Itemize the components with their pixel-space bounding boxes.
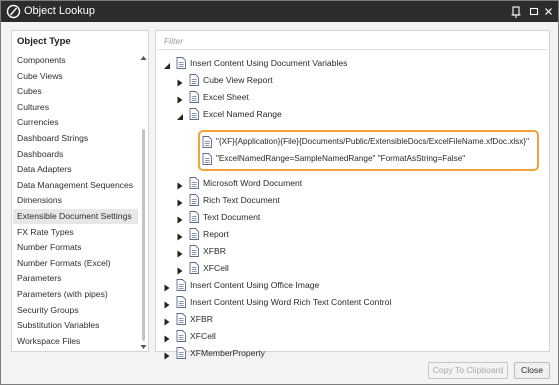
tree-node-label: Text Document	[203, 212, 261, 222]
object-type-panel: Object Type Components Cube Views Cubes …	[11, 30, 149, 352]
object-type-header: Object Type	[17, 36, 71, 47]
object-lookup-dialog: Object Lookup Object Type Components Cub…	[0, 0, 559, 385]
document-icon	[189, 211, 199, 223]
tree-node-label: XFCell	[190, 331, 216, 341]
caret-collapsed-icon[interactable]	[163, 281, 171, 292]
list-item[interactable]: Parameters	[13, 271, 138, 286]
list-item[interactable]: Number Formats (Excel)	[13, 256, 138, 271]
list-item[interactable]: Substitution Variables	[13, 318, 138, 333]
list-item[interactable]: Components	[13, 53, 138, 68]
tree-node-label: Insert Content Using Office Image	[190, 280, 320, 290]
tree-node-label: Excel Sheet	[203, 92, 249, 102]
caret-collapsed-icon[interactable]	[163, 332, 171, 343]
caret-collapsed-icon[interactable]	[163, 315, 171, 326]
scrollbar-thumb[interactable]	[142, 129, 145, 341]
tree-node-label: Insert Content Using Word Rich Text Cont…	[190, 297, 392, 307]
caret-collapsed-icon[interactable]	[176, 196, 184, 207]
caret-collapsed-icon[interactable]	[163, 298, 171, 309]
document-icon	[189, 74, 199, 86]
scroll-up-icon[interactable]	[140, 53, 147, 60]
list-item-selected[interactable]: Extensible Document Settings	[13, 209, 138, 224]
object-type-list: Components Cube Views Cubes Cultures Cur…	[12, 53, 138, 349]
close-icon[interactable]	[542, 4, 556, 19]
tree-node-label: "ExcelNamedRange=SampleNamedRange" "Form…	[216, 154, 466, 163]
tree-node-label: Excel Named Range	[203, 109, 282, 119]
copy-to-clipboard-button[interactable]: Copy To Clipboard	[428, 362, 508, 379]
document-icon	[176, 57, 186, 69]
list-item[interactable]: Workspace Files	[13, 334, 138, 349]
caret-collapsed-icon[interactable]	[176, 230, 184, 241]
caret-collapsed-icon[interactable]	[176, 76, 184, 87]
tree-node-label: Cube View Report	[203, 75, 273, 85]
tree-node-label: XFBR	[203, 246, 226, 256]
vertical-scrollbar[interactable]	[140, 53, 147, 349]
list-item[interactable]: Data Management Sequences	[13, 178, 138, 193]
list-item[interactable]: Number Formats	[13, 240, 138, 255]
caret-collapsed-icon[interactable]	[176, 213, 184, 224]
list-item[interactable]: Parameters (with pipes)	[13, 287, 138, 302]
list-item[interactable]: Currencies	[13, 115, 138, 130]
list-item[interactable]: Security Groups	[13, 303, 138, 318]
tree-node-label: "{XF}{Application}{File}{Documents/Publi…	[216, 137, 529, 146]
caret-collapsed-icon[interactable]	[176, 247, 184, 258]
document-icon	[189, 228, 199, 240]
list-item[interactable]: Dashboard Strings	[13, 131, 138, 146]
caret-collapsed-icon[interactable]	[176, 264, 184, 275]
caret-expanded-icon[interactable]	[163, 59, 171, 69]
document-icon	[189, 177, 199, 189]
tree-node-label: Insert Content Using Document Variables	[190, 58, 348, 68]
document-icon	[189, 108, 199, 120]
dialog-footer: Copy To Clipboard Close	[1, 353, 558, 384]
close-button[interactable]: Close	[514, 362, 550, 379]
document-icon	[176, 330, 186, 342]
list-item[interactable]: Dashboards	[13, 147, 138, 162]
caret-collapsed-icon[interactable]	[176, 179, 184, 190]
tree-node-label: XFBR	[190, 314, 213, 324]
caret-expanded-icon[interactable]	[176, 110, 184, 120]
tree-node-label: Microsoft Word Document	[203, 178, 303, 188]
tree-node-label: Rich Text Document	[203, 195, 280, 205]
document-icon	[202, 153, 212, 165]
caret-collapsed-icon[interactable]	[176, 93, 184, 104]
document-icon	[189, 194, 199, 206]
scroll-down-icon[interactable]	[140, 342, 147, 349]
filter-input[interactable]: Filter	[157, 32, 548, 50]
list-item[interactable]: Data Adapters	[13, 162, 138, 177]
document-icon	[176, 296, 186, 308]
document-icon	[189, 91, 199, 103]
document-icon	[202, 136, 212, 148]
pin-icon[interactable]	[509, 4, 523, 19]
tree-node-label: XFCell	[203, 263, 229, 273]
list-item[interactable]: FX Rate Types	[13, 225, 138, 240]
title-bar: Object Lookup	[1, 1, 558, 22]
document-icon	[189, 262, 199, 274]
tree-node-label: Report	[203, 229, 229, 239]
list-item[interactable]: Dimensions	[13, 193, 138, 208]
list-item[interactable]: Cubes	[13, 84, 138, 99]
document-icon	[176, 313, 186, 325]
app-logo-icon	[6, 4, 21, 19]
maximize-icon[interactable]	[527, 4, 541, 19]
list-item[interactable]: Cube Views	[13, 69, 138, 84]
object-tree-panel: Filter Insert Content Using Document Var…	[155, 30, 550, 360]
object-tree: Insert Content Using Document Variables …	[156, 51, 549, 360]
window-title: Object Lookup	[24, 5, 95, 17]
list-item[interactable]: Cultures	[13, 100, 138, 115]
document-icon	[189, 245, 199, 257]
document-icon	[176, 279, 186, 291]
